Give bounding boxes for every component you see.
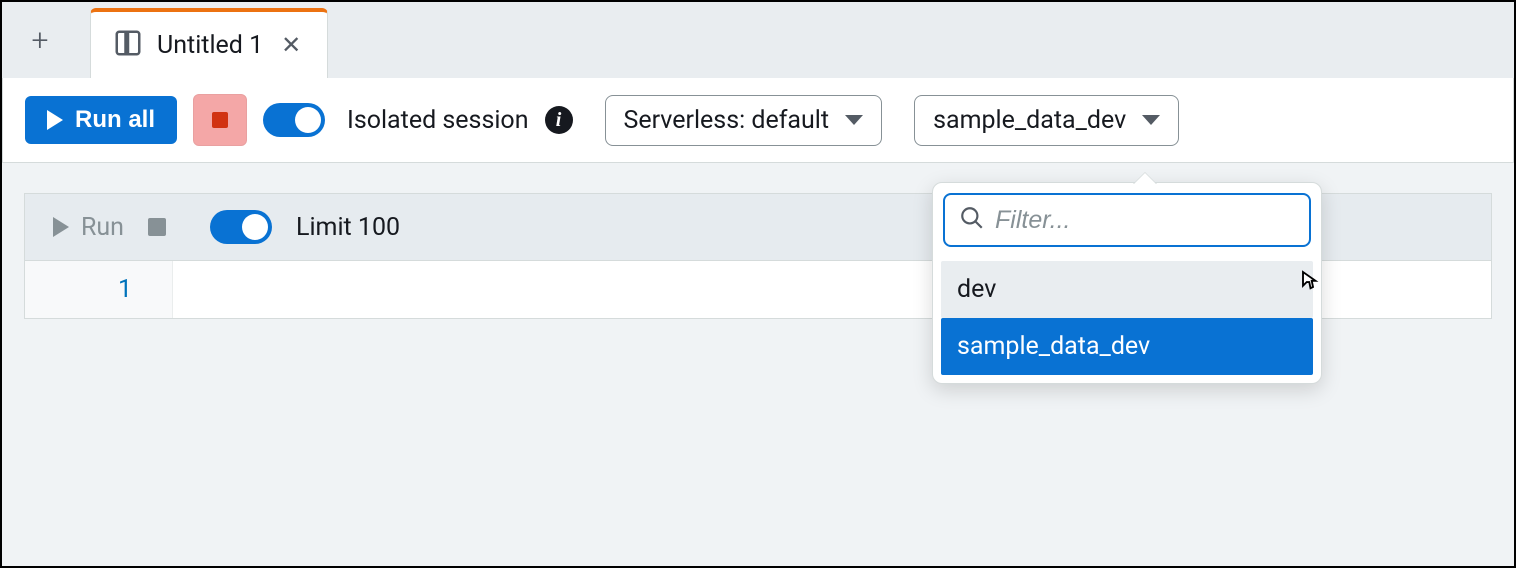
- database-select-label: sample_data_dev: [933, 106, 1126, 135]
- filter-input[interactable]: [995, 206, 1295, 235]
- tab-title: Untitled 1: [157, 31, 263, 60]
- warehouse-select[interactable]: Serverless: default: [605, 95, 883, 146]
- database-dropdown: dev sample_data_dev: [932, 182, 1322, 384]
- cell-run-button[interactable]: Run: [53, 213, 124, 242]
- notebook-icon: [113, 28, 143, 62]
- dropdown-item-dev[interactable]: dev: [941, 261, 1313, 318]
- stop-all-button[interactable]: [193, 94, 247, 146]
- toolbar: Run all Isolated session i Serverless: d…: [2, 78, 1514, 163]
- dropdown-items: dev sample_data_dev: [933, 257, 1321, 383]
- cell-run-label: Run: [81, 213, 124, 242]
- dropdown-item-label: sample_data_dev: [957, 332, 1150, 361]
- line-number: 1: [118, 275, 132, 304]
- cell-stop-button[interactable]: [148, 218, 166, 236]
- close-icon[interactable]: ✕: [277, 31, 305, 59]
- chevron-down-icon: [1142, 115, 1160, 125]
- run-all-button[interactable]: Run all: [25, 96, 177, 144]
- stop-icon: [212, 112, 228, 128]
- tab-bar: + Untitled 1 ✕: [2, 2, 1514, 78]
- line-number-gutter: 1: [25, 261, 173, 318]
- search-icon: [959, 205, 985, 235]
- new-tab-button[interactable]: +: [18, 18, 62, 62]
- warehouse-select-label: Serverless: default: [624, 106, 830, 135]
- chevron-down-icon: [845, 115, 863, 125]
- database-select[interactable]: sample_data_dev: [914, 95, 1179, 146]
- toggle-knob: [295, 107, 321, 133]
- cursor-pointer-icon: [1293, 267, 1323, 297]
- isolated-session-toggle[interactable]: [263, 103, 325, 137]
- popover-arrow: [1133, 173, 1157, 185]
- tab-active[interactable]: Untitled 1 ✕: [90, 8, 328, 78]
- isolated-session-label: Isolated session: [347, 106, 528, 135]
- dropdown-item-sample-data-dev[interactable]: sample_data_dev: [941, 318, 1313, 375]
- info-icon[interactable]: i: [545, 106, 573, 134]
- toggle-knob: [242, 214, 268, 240]
- limit-toggle[interactable]: [210, 210, 272, 244]
- dropdown-item-label: dev: [957, 275, 996, 304]
- run-all-label: Run all: [75, 106, 155, 134]
- play-icon: [53, 217, 69, 237]
- play-icon: [47, 110, 63, 130]
- limit-label: Limit 100: [296, 213, 400, 242]
- filter-box[interactable]: [943, 193, 1311, 247]
